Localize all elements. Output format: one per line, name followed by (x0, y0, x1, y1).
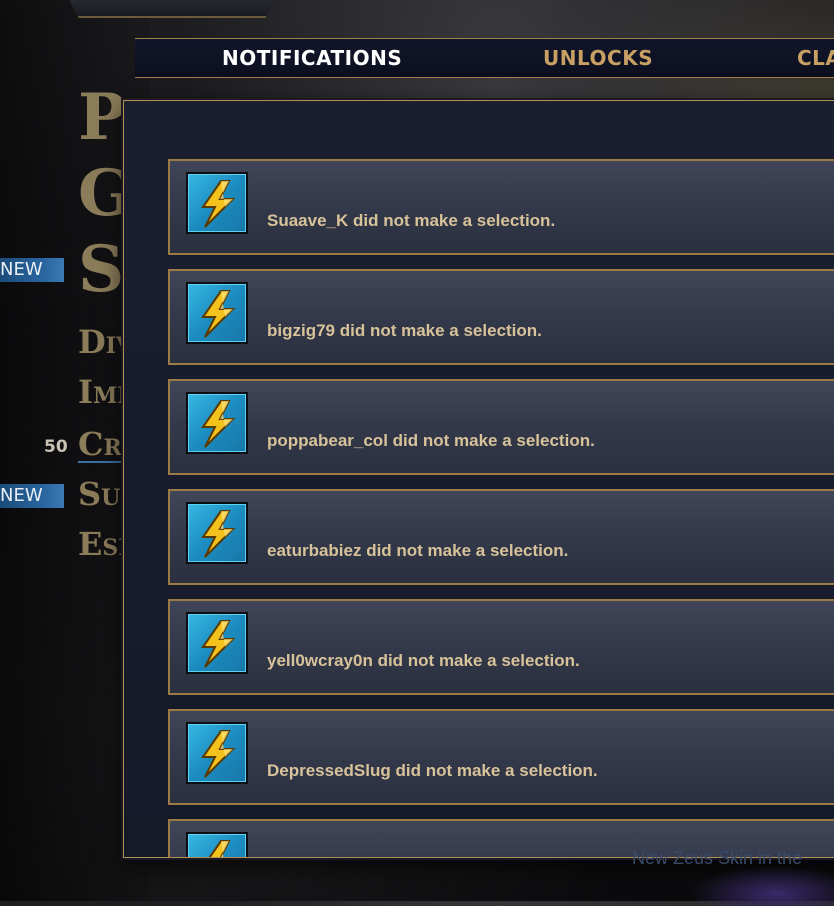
lightning-bolt-icon (186, 612, 248, 674)
notification-text: DepressedSlug did not make a selection. (267, 761, 598, 780)
notification-item[interactable]: Suaave_K did not make a selection. (168, 159, 834, 255)
tab-bar: NOTIFICATIONS UNLOCKS CLA (135, 38, 834, 78)
lightning-bolt-icon (186, 392, 248, 454)
lightning-bolt-icon (186, 282, 248, 344)
lightning-bolt-icon (186, 502, 248, 564)
summer-new-badge: NEW (0, 484, 64, 508)
notification-item[interactable]: bigzig79 did not make a selection. (168, 269, 834, 365)
store-new-badge: NEW (0, 258, 64, 282)
lightning-bolt-icon (186, 172, 248, 234)
notification-text: poppabear_col did not make a selection. (267, 431, 595, 450)
notification-item[interactable]: eaturbabiez did not make a selection. (168, 489, 834, 585)
news-teaser[interactable]: New Zeus Skin in the (632, 848, 802, 869)
notification-text: eaturbabiez did not make a selection. (267, 541, 569, 560)
top-ornament (66, 0, 278, 18)
cross-count-badge: 50 (44, 437, 68, 457)
tab-unlocks[interactable]: UNLOCKS (543, 39, 653, 77)
notification-item[interactable]: yell0wcray0n did not make a selection. (168, 599, 834, 695)
notification-item[interactable]: poppabear_col did not make a selection. (168, 379, 834, 475)
notification-item[interactable]: DepressedSlug did not make a selection. (168, 709, 834, 805)
tab-notifications[interactable]: NOTIFICATIONS (222, 39, 402, 77)
notifications-panel: Suaave_K did not make a selection. bigzi… (123, 100, 834, 858)
tab-cla[interactable]: CLA (797, 39, 834, 77)
notification-text: yell0wcray0n did not make a selection. (267, 651, 580, 670)
lightning-bolt-icon (186, 722, 248, 784)
bottom-glow (690, 866, 834, 906)
lightning-bolt-icon (186, 832, 248, 857)
notification-text: Suaave_K did not make a selection. (267, 211, 556, 230)
notification-text: bigzig79 did not make a selection. (267, 321, 542, 340)
